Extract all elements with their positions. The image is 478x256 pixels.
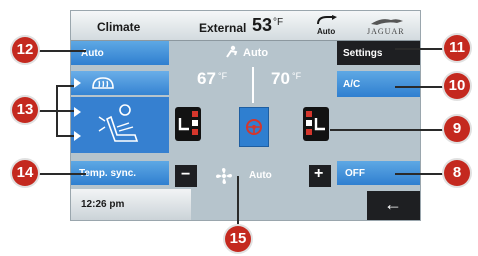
left-temp-value[interactable]: 67 (197, 69, 216, 89)
row-arrow-icon (74, 131, 81, 141)
steering-wheel-heater-icon (245, 118, 263, 141)
right-seat-heater[interactable] (303, 107, 329, 141)
callout-leader (56, 85, 74, 87)
row-arrow-icon (74, 78, 81, 88)
jaguar-logo-icon (367, 14, 407, 26)
seat-airflow-icon (95, 103, 143, 154)
fan-icon (215, 167, 233, 190)
fan-speed-label[interactable]: Auto (249, 170, 272, 181)
callout-13: 13 (12, 97, 38, 123)
callout-9: 9 (444, 116, 470, 142)
defrost-icon (91, 76, 115, 95)
clock-time: 12:26 pm (81, 199, 125, 210)
auto-button[interactable]: Auto (71, 41, 169, 65)
climate-screen: Climate External 53 °F Auto JAGUAR Auto (70, 10, 421, 221)
callout-12: 12 (12, 37, 38, 63)
settings-button[interactable]: Settings (337, 41, 420, 65)
callout-11: 11 (444, 35, 470, 61)
callout-leader (395, 48, 445, 50)
callout-leader (395, 86, 445, 88)
back-button[interactable]: ← (367, 191, 420, 220)
row-arrow-icon (74, 107, 81, 117)
seat-airflow-panel[interactable] (71, 97, 169, 153)
external-temp-label: External (199, 21, 247, 35)
heat-level-segment (192, 111, 198, 117)
callout-15: 15 (225, 226, 251, 252)
heat-level-segment (192, 120, 198, 126)
back-arrow-icon: ← (384, 194, 402, 214)
heat-level-segment (192, 129, 198, 135)
heat-level-segment (306, 129, 312, 135)
plus-glyph: + (314, 165, 324, 182)
callout-leader (330, 129, 445, 131)
callout-14: 14 (12, 160, 38, 186)
top-bar: Climate External 53 °F Auto JAGUAR (71, 11, 420, 41)
brand-wordmark: JAGUAR (367, 27, 405, 36)
right-temp-unit: °F (292, 71, 302, 81)
callout-leader (237, 176, 239, 228)
heat-level-segment (306, 111, 312, 117)
heat-level-segment (306, 120, 312, 126)
fan-decrease-button[interactable]: − (175, 165, 197, 187)
minus-glyph: − (181, 166, 191, 183)
right-temp-value[interactable]: 70 (271, 69, 290, 89)
seat-heater-icon (178, 117, 190, 136)
steering-wheel-heater-button[interactable] (239, 107, 269, 147)
external-temp-value: 53 (252, 15, 273, 35)
callout-leader (36, 110, 56, 112)
time-area: 12:26 pm (71, 189, 191, 220)
fan-increase-button[interactable]: + (309, 165, 331, 187)
recirculation-auto-label: Auto (317, 27, 336, 36)
seat-heater-icon (314, 117, 326, 136)
defrost-row[interactable] (71, 71, 169, 95)
screen-title: Climate (97, 20, 141, 34)
callout-leader (56, 135, 74, 137)
callout-leader (36, 173, 86, 175)
center-panel: Auto 67 °F 70 °F − Auto + (173, 41, 333, 187)
ac-label: A/C (343, 79, 361, 90)
external-temp-unit: °F (273, 17, 284, 28)
callout-10: 10 (444, 73, 470, 99)
callout-leader (395, 173, 445, 175)
callout-leader (36, 50, 86, 52)
left-temp-unit: °F (218, 71, 228, 81)
off-label: OFF (345, 168, 365, 179)
airflow-mode-label[interactable]: Auto (243, 47, 268, 59)
callout-8: 8 (444, 160, 470, 186)
settings-label: Settings (343, 48, 383, 59)
temp-divider (252, 67, 254, 103)
airflow-mode-icon (225, 45, 239, 64)
recirculation-icon[interactable] (315, 14, 339, 26)
temp-sync-label: Temp. sync. (79, 168, 137, 179)
left-seat-heater[interactable] (175, 107, 201, 141)
callout-leader (56, 110, 74, 112)
ac-button[interactable]: A/C (337, 71, 420, 97)
